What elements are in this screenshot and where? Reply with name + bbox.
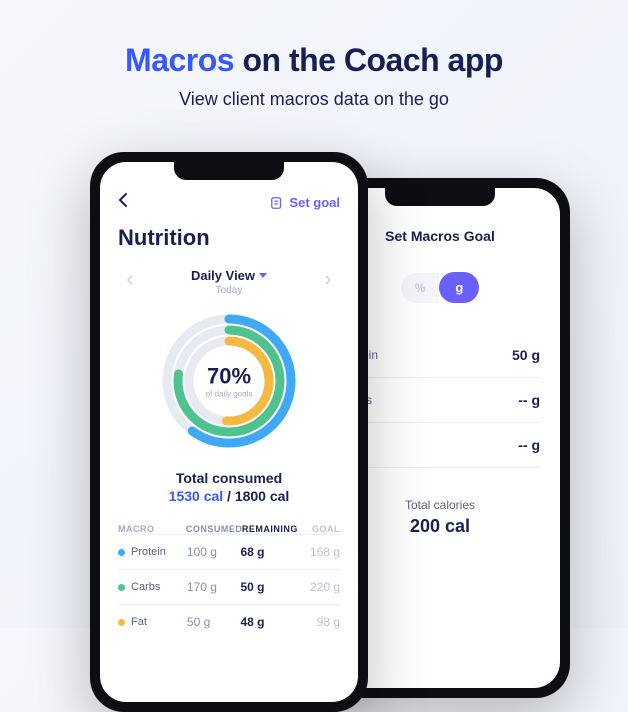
total-label: Total consumed <box>118 470 340 486</box>
goal-value: -- g <box>518 392 540 408</box>
table-row: Carbs 170 g 50 g 220 g <box>118 569 340 604</box>
unit-toggle[interactable]: % g <box>340 272 540 303</box>
goal-value: 50 g <box>512 347 540 363</box>
cell-goal: 220 g <box>300 580 340 594</box>
goal-row-carbs[interactable]: Carbs -- g <box>340 378 540 423</box>
view-label: Daily View <box>191 268 267 283</box>
macro-name: Carbs <box>131 581 160 593</box>
donut-label: of daily goals <box>206 390 253 399</box>
phone-front-screen: Set goal Nutrition Daily View Today <box>100 162 358 702</box>
phone-front: Set goal Nutrition Daily View Today <box>90 152 368 712</box>
dot-icon <box>118 549 125 556</box>
hero-subtitle: View client macros data on the go <box>0 89 628 110</box>
cell-remaining: 50 g <box>240 580 299 594</box>
total-consumed-value: 1530 cal <box>169 488 224 504</box>
cell-remaining: 48 g <box>240 615 299 629</box>
goal-row-protein[interactable]: Protein 50 g <box>340 333 540 378</box>
goal-total: Total calories 200 cal <box>340 498 540 537</box>
set-goal-button[interactable]: Set goal <box>270 195 340 210</box>
cell-consumed: 170 g <box>187 580 241 594</box>
total-consumed-block: Total consumed 1530 cal / 1800 cal <box>118 470 340 504</box>
goal-total-value: 200 cal <box>340 516 540 537</box>
hero-title-accent: Macros <box>125 42 234 78</box>
table-row: Protein 100 g 68 g 168 g <box>118 534 340 569</box>
col-consumed: CONSUMED <box>186 524 242 534</box>
hero: Macros on the Coach app View client macr… <box>0 0 628 110</box>
chevron-right-icon <box>324 274 332 286</box>
dot-icon <box>118 584 125 591</box>
col-goal: GOAL <box>300 524 340 534</box>
col-remaining: REMAINING <box>242 524 300 534</box>
cell-consumed: 100 g <box>187 545 241 559</box>
set-goal-label: Set goal <box>289 195 340 210</box>
notch <box>385 188 495 206</box>
chevron-left-icon <box>126 274 134 286</box>
total-goal-value: 1800 cal <box>235 488 290 504</box>
set-macros-title: Set Macros Goal <box>340 228 540 244</box>
goal-value: -- g <box>518 437 540 453</box>
back-button[interactable] <box>118 192 128 213</box>
topbar: Set goal <box>118 192 340 213</box>
notch <box>174 162 284 180</box>
cell-goal: 168 g <box>300 545 340 559</box>
hero-title-rest: on the Coach app <box>234 42 503 78</box>
note-icon <box>270 196 284 210</box>
hero-title: Macros on the Coach app <box>0 42 628 79</box>
page-title: Nutrition <box>118 225 340 251</box>
goal-row-fat[interactable]: Fat -- g <box>340 423 540 468</box>
table-header: MACRO CONSUMED REMAINING GOAL <box>118 524 340 534</box>
cell-remaining: 68 g <box>240 545 299 559</box>
toggle-grams[interactable]: g <box>439 272 479 303</box>
chevron-left-icon <box>118 192 128 208</box>
col-macro: MACRO <box>118 524 186 534</box>
cell-consumed: 50 g <box>187 615 241 629</box>
donut-percent: 70% <box>206 364 253 390</box>
toggle-percent[interactable]: % <box>401 273 440 303</box>
total-sep: / <box>223 488 235 504</box>
cell-goal: 98 g <box>300 615 340 629</box>
next-arrow[interactable] <box>316 274 340 289</box>
view-today: Today <box>191 285 267 296</box>
view-center[interactable]: Daily View Today <box>191 267 267 296</box>
view-selector: Daily View Today <box>118 267 340 296</box>
donut-chart: 70% of daily goals <box>118 306 340 456</box>
goal-total-label: Total calories <box>340 498 540 512</box>
macro-name: Protein <box>131 546 166 558</box>
prev-arrow[interactable] <box>118 274 142 289</box>
dot-icon <box>118 619 125 626</box>
donut-center: 70% of daily goals <box>206 364 253 399</box>
table-row: Fat 50 g 48 g 98 g <box>118 604 340 639</box>
macro-name: Fat <box>131 616 147 628</box>
triangle-down-icon <box>259 273 267 278</box>
